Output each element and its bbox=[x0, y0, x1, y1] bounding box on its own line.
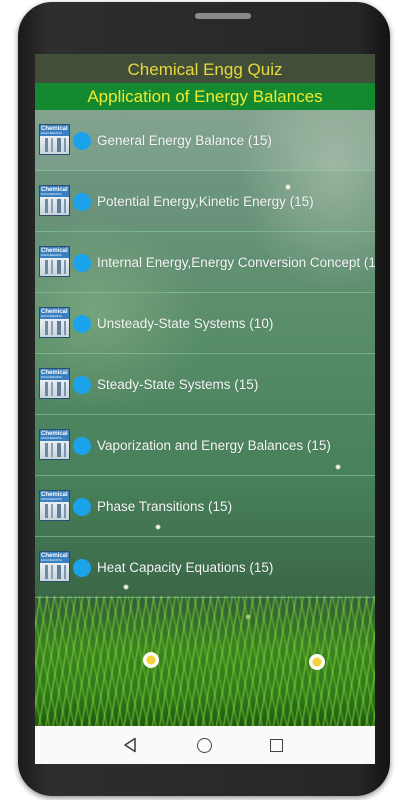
chemical-plant-icon bbox=[42, 321, 68, 335]
recent-apps-square-icon[interactable] bbox=[270, 739, 283, 752]
app-screen: Chemical Engg Quiz Application of Energy… bbox=[35, 54, 375, 764]
topic-row[interactable]: Chemical ENGINEERING Steady-State System… bbox=[35, 354, 375, 415]
topic-label: Unsteady-State Systems (10) bbox=[97, 316, 274, 331]
blue-bullet-icon bbox=[73, 254, 91, 272]
phone-speaker bbox=[195, 13, 251, 19]
chemical-engineering-thumbnail-icon: Chemical ENGINEERING bbox=[39, 307, 70, 338]
chemical-engineering-thumbnail-icon: Chemical ENGINEERING bbox=[39, 246, 70, 277]
topic-label: Vaporization and Energy Balances (15) bbox=[97, 438, 331, 453]
thumbnail-subtitle: ENGINEERING bbox=[41, 497, 63, 501]
blue-bullet-icon bbox=[73, 437, 91, 455]
chemical-plant-icon bbox=[42, 138, 68, 152]
chemical-engineering-thumbnail-icon: Chemical ENGINEERING bbox=[39, 124, 70, 155]
chemical-plant-icon bbox=[42, 504, 68, 518]
daisy-flower bbox=[143, 652, 159, 668]
daisy-flower bbox=[309, 654, 325, 670]
topic-row[interactable]: Chemical ENGINEERING General Energy Bala… bbox=[35, 110, 375, 171]
blue-bullet-icon bbox=[73, 132, 91, 150]
app-title-bar: Chemical Engg Quiz bbox=[35, 54, 375, 83]
section-title: Application of Energy Balances bbox=[87, 87, 323, 106]
topic-label: Potential Energy,Kinetic Energy (15) bbox=[97, 194, 314, 209]
system-navigation-bar bbox=[35, 726, 375, 764]
topic-row[interactable]: Chemical ENGINEERING Vaporization and En… bbox=[35, 415, 375, 476]
topic-list: Chemical ENGINEERING General Energy Bala… bbox=[35, 110, 375, 598]
thumbnail-subtitle: ENGINEERING bbox=[41, 131, 63, 135]
topic-label: General Energy Balance (15) bbox=[97, 133, 272, 148]
app-title: Chemical Engg Quiz bbox=[127, 60, 283, 79]
topic-row[interactable]: Chemical ENGINEERING Internal Energy,Ene… bbox=[35, 232, 375, 293]
chemical-plant-icon bbox=[42, 565, 68, 579]
chemical-engineering-thumbnail-icon: Chemical ENGINEERING bbox=[39, 490, 70, 521]
chemical-engineering-thumbnail-icon: Chemical ENGINEERING bbox=[39, 429, 70, 460]
thumbnail-subtitle: ENGINEERING bbox=[41, 558, 63, 562]
thumbnail-subtitle: ENGINEERING bbox=[41, 253, 63, 257]
topic-label: Internal Energy,Energy Conversion Concep… bbox=[97, 255, 375, 270]
chemical-engineering-thumbnail-icon: Chemical ENGINEERING bbox=[39, 368, 70, 399]
section-header: Application of Energy Balances bbox=[35, 83, 375, 110]
blue-bullet-icon bbox=[73, 193, 91, 211]
topic-row[interactable]: Chemical ENGINEERING Heat Capacity Equat… bbox=[35, 537, 375, 598]
topic-row[interactable]: Chemical ENGINEERING Potential Energy,Ki… bbox=[35, 171, 375, 232]
chemical-plant-icon bbox=[42, 443, 68, 457]
chemical-engineering-thumbnail-icon: Chemical ENGINEERING bbox=[39, 551, 70, 582]
topic-label: Steady-State Systems (15) bbox=[97, 377, 259, 392]
topic-row[interactable]: Chemical ENGINEERING Phase Transitions (… bbox=[35, 476, 375, 537]
chemical-plant-icon bbox=[42, 260, 68, 274]
topic-label: Phase Transitions (15) bbox=[97, 499, 233, 514]
thumbnail-subtitle: ENGINEERING bbox=[41, 436, 63, 440]
blue-bullet-icon bbox=[73, 559, 91, 577]
topic-row[interactable]: Chemical ENGINEERING Unsteady-State Syst… bbox=[35, 293, 375, 354]
thumbnail-subtitle: ENGINEERING bbox=[41, 314, 63, 318]
back-triangle-icon[interactable] bbox=[123, 737, 137, 753]
topic-label: Heat Capacity Equations (15) bbox=[97, 560, 274, 575]
blue-bullet-icon bbox=[73, 498, 91, 516]
chemical-engineering-thumbnail-icon: Chemical ENGINEERING bbox=[39, 185, 70, 216]
thumbnail-subtitle: ENGINEERING bbox=[41, 192, 63, 196]
blue-bullet-icon bbox=[73, 315, 91, 333]
chemical-plant-icon bbox=[42, 382, 68, 396]
thumbnail-subtitle: ENGINEERING bbox=[41, 375, 63, 379]
chemical-plant-icon bbox=[42, 199, 68, 213]
home-circle-icon[interactable] bbox=[197, 738, 212, 753]
blue-bullet-icon bbox=[73, 376, 91, 394]
